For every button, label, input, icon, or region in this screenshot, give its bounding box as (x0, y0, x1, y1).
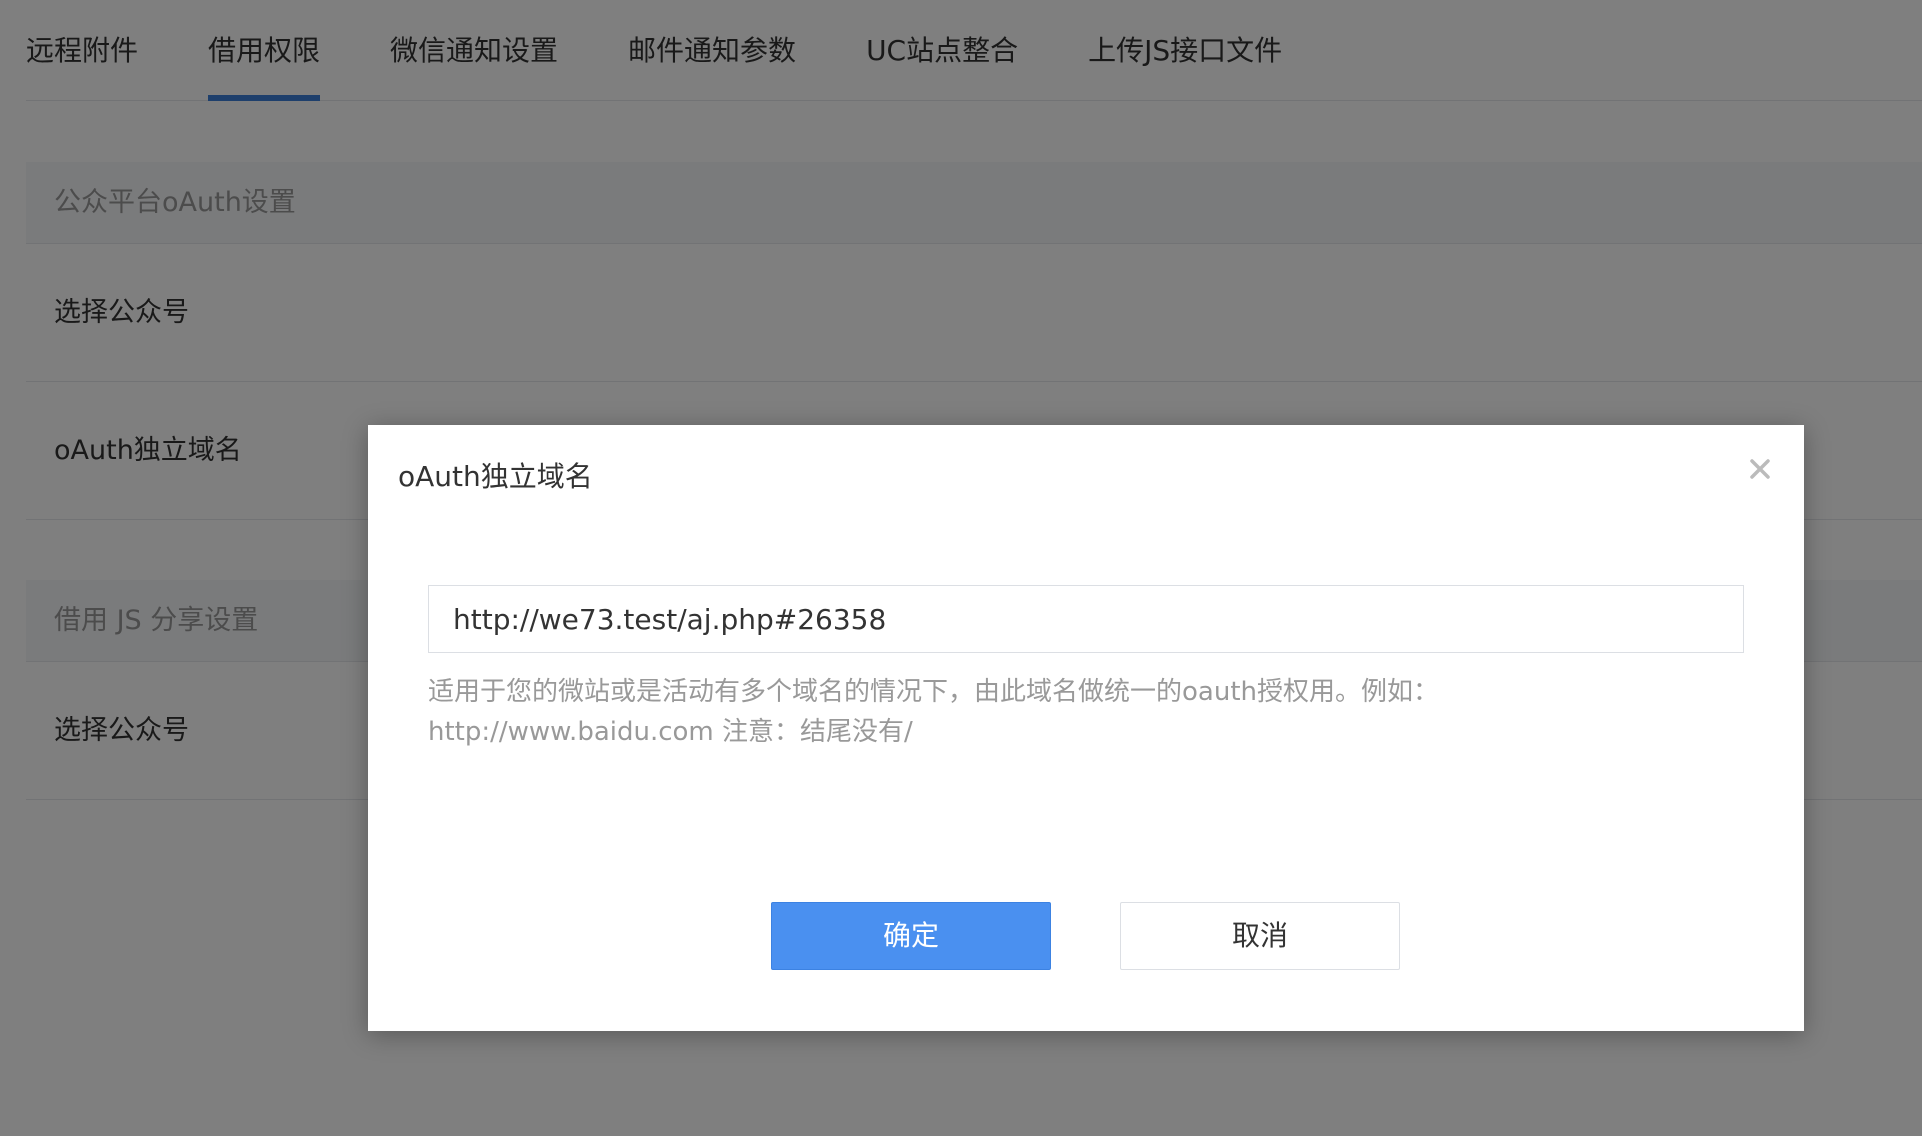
cancel-button[interactable]: 取消 (1120, 902, 1400, 970)
confirm-button[interactable]: 确定 (771, 902, 1051, 970)
oauth-domain-input[interactable] (428, 585, 1744, 653)
dialog-title: oAuth独立域名 (398, 460, 593, 493)
close-button[interactable] (1742, 451, 1778, 487)
help-line-2: http://www.baidu.com 注意：结尾没有/ (428, 717, 913, 747)
oauth-domain-dialog: oAuth独立域名 适用于您的微站或是活动有多个域名的情况下，由此域名做统一的o… (368, 425, 1804, 1031)
close-icon (1750, 459, 1770, 479)
domain-help-text: 适用于您的微站或是活动有多个域名的情况下，由此域名做统一的oauth授权用。例如… (428, 672, 1748, 752)
settings-page: 远程附件 借用权限 微信通知设置 邮件通知参数 UC站点整合 上传JS接口文件 … (0, 0, 1922, 1136)
help-line-1: 适用于您的微站或是活动有多个域名的情况下，由此域名做统一的oauth授权用。例如… (428, 677, 1439, 707)
